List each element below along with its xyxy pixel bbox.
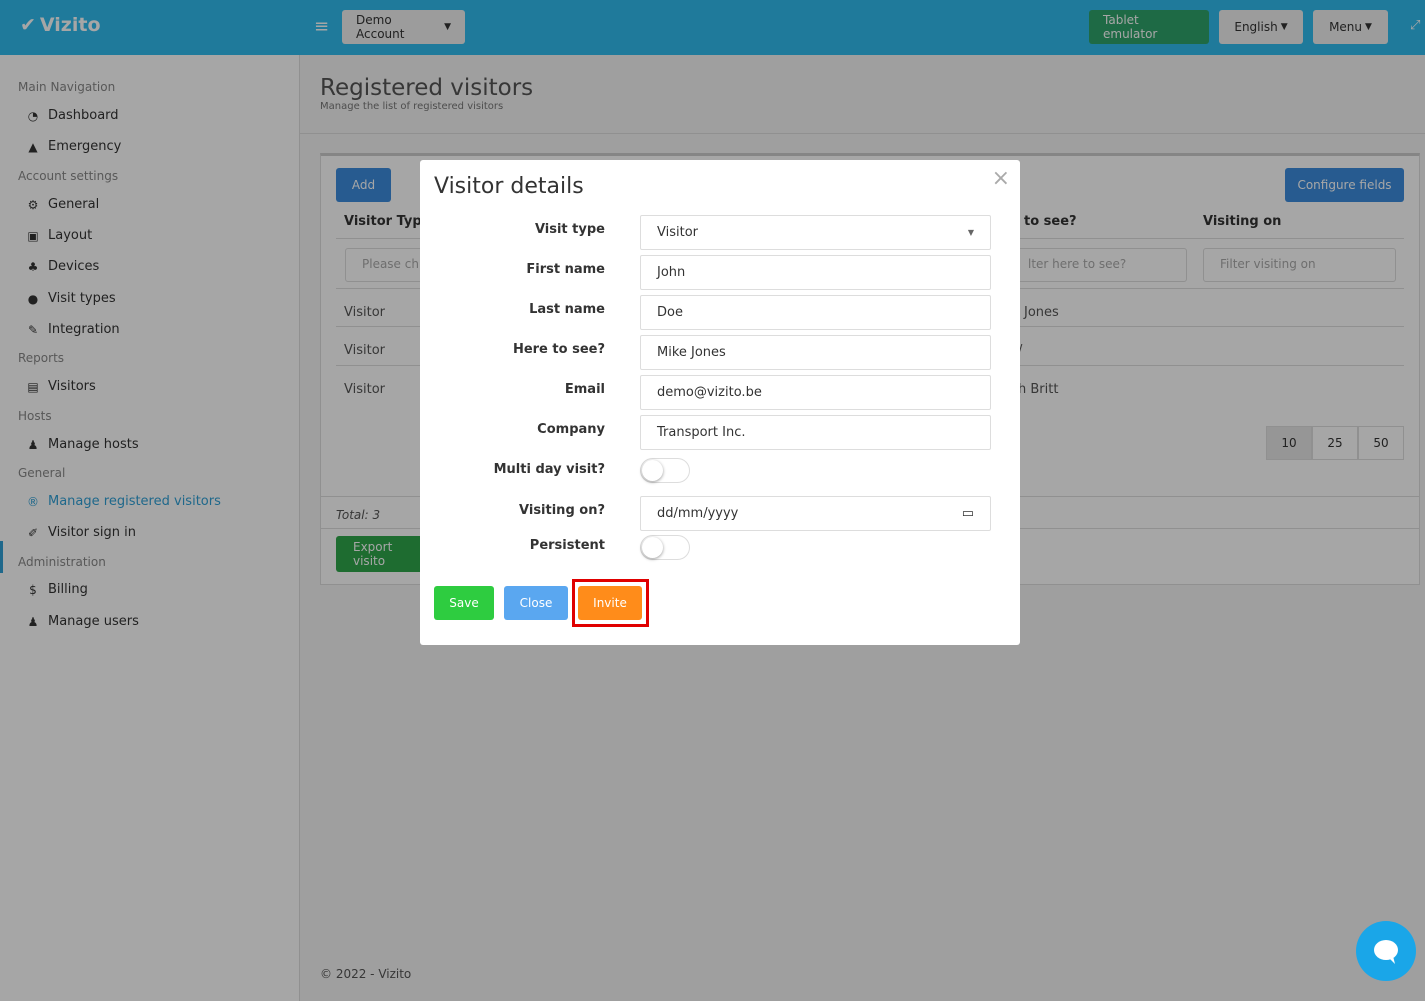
last-name-input[interactable]: Doe bbox=[640, 295, 991, 330]
close-icon[interactable]: × bbox=[992, 166, 1010, 191]
multi-day-toggle[interactable] bbox=[640, 458, 690, 483]
persistent-label: Persistent bbox=[529, 538, 605, 553]
visiting-on-date-input[interactable]: dd/mm/yyyy ▭ bbox=[640, 496, 991, 531]
here-to-see-label: Here to see? bbox=[512, 342, 605, 357]
persistent-toggle[interactable] bbox=[640, 535, 690, 560]
visitor-details-modal: Visitor details × Visit type Visitor ▼ Fi… bbox=[420, 160, 1020, 645]
email-label: Email bbox=[564, 382, 605, 397]
company-input[interactable]: Transport Inc. bbox=[640, 415, 991, 450]
modal-title: Visitor details bbox=[434, 174, 584, 199]
first-name-input[interactable]: John bbox=[640, 255, 991, 290]
visiting-on-label: Visiting on? bbox=[519, 503, 605, 518]
chat-widget-button[interactable] bbox=[1356, 921, 1416, 981]
close-button[interactable]: Close bbox=[504, 586, 568, 620]
visit-type-label: Visit type bbox=[534, 222, 605, 237]
caret-down-icon: ▼ bbox=[967, 228, 974, 237]
chat-bubble-icon bbox=[1374, 940, 1398, 964]
email-input[interactable]: demo@vizito.be bbox=[640, 375, 991, 410]
multi-day-label: Multi day visit? bbox=[493, 462, 605, 477]
invite-button[interactable]: Invite bbox=[578, 586, 642, 620]
save-button[interactable]: Save bbox=[434, 586, 494, 620]
visit-type-select[interactable]: Visitor ▼ bbox=[640, 215, 991, 250]
here-to-see-input[interactable]: Mike Jones bbox=[640, 335, 991, 370]
last-name-label: Last name bbox=[529, 302, 605, 317]
calendar-icon[interactable]: ▭ bbox=[962, 506, 974, 521]
company-label: Company bbox=[537, 422, 605, 437]
first-name-label: First name bbox=[526, 262, 605, 277]
